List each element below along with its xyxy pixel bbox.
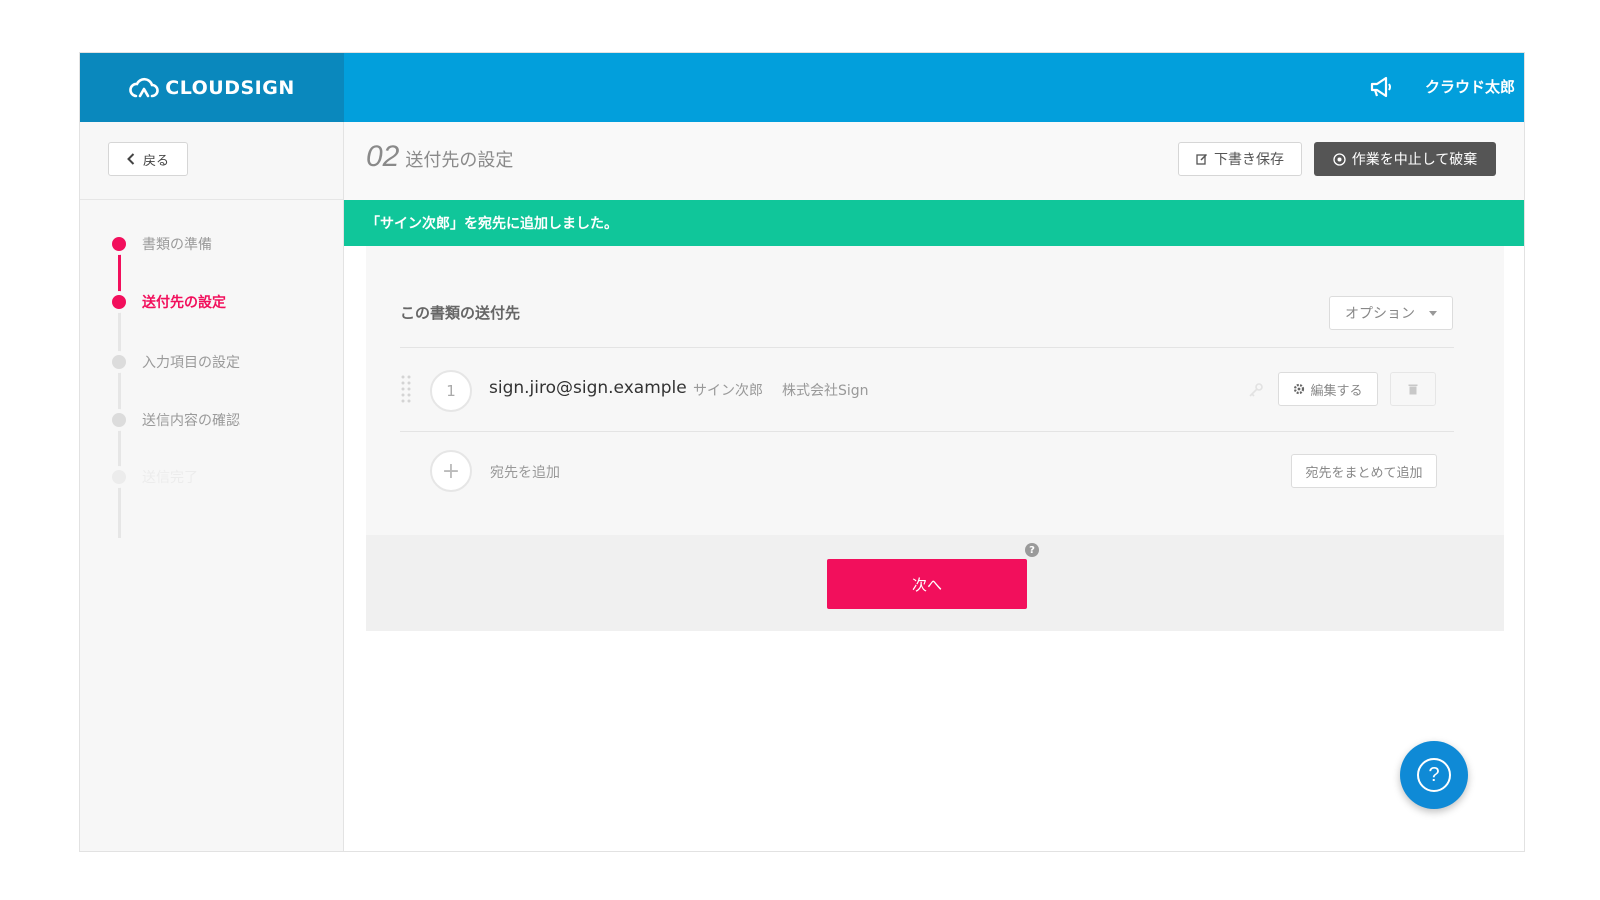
recipient-name: サイン次郎 [693,383,763,399]
abort-discard-button[interactable]: 作業を中止して破棄 [1314,142,1496,176]
edit-recipient-button[interactable]: 編集する [1278,372,1378,406]
gear-icon [1294,383,1305,395]
trash-icon [1408,384,1418,395]
recipients-card: この書類の送付先 オプション 1 sign.jiro@sign.example … [366,246,1504,535]
next-button[interactable]: 次へ [827,559,1027,609]
help-button[interactable]: ? [1400,741,1468,809]
step-dot [108,351,130,373]
main-content: 02 送付先の設定 下書き保存 作業を中止して破棄 「サイン次郎」を宛先に追加し… [344,122,1524,851]
step-dot [108,409,130,431]
save-draft-label: 下書き保存 [1214,152,1284,168]
user-menu[interactable]: クラウド太郎 [1425,76,1515,97]
step-confirm-content: 送信内容の確認 [108,409,240,431]
edit-icon [1196,153,1208,165]
delete-recipient-button[interactable] [1390,372,1436,406]
back-button[interactable]: 戻る [108,142,188,176]
recipients-title: この書類の送付先 [400,304,521,322]
cloudsign-logo[interactable]: CLOUDSIGN [80,53,344,122]
step-label: 送信内容の確認 [142,413,240,429]
step-recipient-settings: 送付先の設定 [108,291,226,313]
help-tooltip-icon[interactable]: ? [1025,543,1039,557]
step-number: 02 [366,140,400,173]
options-label: オプション [1345,306,1415,322]
edit-label: 編集する [1310,383,1363,399]
options-dropdown[interactable]: オプション [1329,296,1453,330]
sidebar: 戻る 書類の準備 送付先の設定 入力項目の設定 送信内容の確認 送信完了 [80,122,344,851]
abort-label: 作業を中止して破棄 [1351,152,1478,168]
cancel-circle-icon [1333,152,1346,166]
chevron-left-icon [127,153,135,165]
save-draft-button[interactable]: 下書き保存 [1178,142,1302,176]
add-recipient-row[interactable]: + 宛先を追加 宛先をまとめて追加 [400,432,1454,512]
step-dot [108,233,130,255]
cloud-logo-icon [129,77,159,97]
progress-steps: 書類の準備 送付先の設定 入力項目の設定 送信内容の確認 送信完了 [80,200,344,600]
step-label: 送付先の設定 [142,295,226,311]
drag-handle-icon[interactable] [400,374,412,404]
caret-down-icon [1429,310,1437,316]
step-input-fields: 入力項目の設定 [108,351,240,373]
back-label: 戻る [142,153,169,169]
question-icon: ? [1417,758,1451,792]
step-send-complete: 送信完了 [108,466,198,488]
step-prepare-documents: 書類の準備 [108,233,212,255]
add-recipient-label[interactable]: 宛先を追加 [490,462,560,482]
recipient-row: 1 sign.jiro@sign.example サイン次郎 株式会社Sign … [400,348,1454,431]
megaphone-icon[interactable] [1368,75,1394,99]
success-notice: 「サイン次郎」を宛先に追加しました。 [344,200,1524,246]
sidebar-top: 戻る [80,122,343,200]
page-title: 02 送付先の設定 [366,140,513,174]
logo-text: CLOUDSIGN [165,76,295,99]
recipient-email: sign.jiro@sign.example [489,378,687,398]
bulk-add-button[interactable]: 宛先をまとめて追加 [1291,454,1437,488]
step-dot [108,291,130,313]
step-title: 送付先の設定 [405,150,514,171]
key-icon[interactable] [1248,382,1264,398]
step-label: 入力項目の設定 [142,355,240,371]
step-dot [108,466,130,488]
recipient-order: 1 [430,370,472,412]
step-label: 送信完了 [142,470,198,486]
step-header: 02 送付先の設定 下書き保存 作業を中止して破棄 [344,122,1524,200]
recipient-company: 株式会社Sign [782,383,869,399]
step-label: 書類の準備 [142,237,212,253]
app-window: CLOUDSIGN クラウド太郎 戻る 書類の準備 送付先の設定 入力項目の設定… [79,52,1525,852]
action-bar: 次へ ? [366,535,1504,631]
add-icon[interactable]: + [430,450,472,492]
top-header: CLOUDSIGN クラウド太郎 [80,53,1524,122]
